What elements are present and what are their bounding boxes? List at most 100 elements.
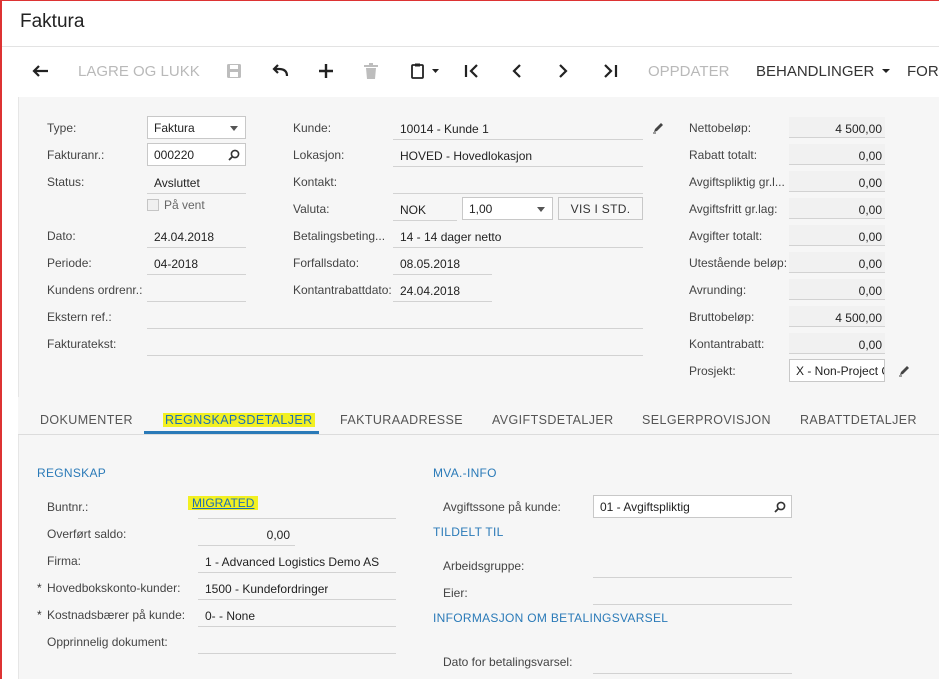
- total-value: 0,00: [858, 176, 882, 190]
- dunning-date-field[interactable]: [593, 673, 792, 674]
- actions-label: BEHANDLINGER: [756, 62, 875, 80]
- total-value: 0,00: [858, 230, 882, 244]
- ar-account-value[interactable]: 1500 - Kundefordringer: [205, 582, 328, 596]
- original-document-field[interactable]: [198, 653, 396, 654]
- tab-tax-details[interactable]: AVGIFTSDETALJER: [492, 413, 614, 427]
- project-field[interactable]: X - Non-Project C: [789, 359, 885, 382]
- total-value: 4 500,00: [835, 311, 882, 325]
- last-record-button[interactable]: [602, 59, 618, 83]
- assigned-section-title: TILDELT TIL: [433, 525, 504, 539]
- location-label: Lokasjon:: [293, 148, 345, 162]
- required-marker: *: [37, 608, 42, 622]
- edit-pencil-icon[interactable]: [652, 121, 665, 134]
- save-close-button[interactable]: LAGRE OG LUKK: [78, 59, 200, 83]
- last-icon: [604, 64, 618, 78]
- type-value: Faktura: [154, 120, 195, 135]
- total-label: Avgiftspliktig gr.l...: [689, 175, 785, 189]
- balance-underline: [198, 545, 295, 546]
- terms-value[interactable]: 14 - 14 dager netto: [400, 230, 501, 244]
- plus-icon: [319, 64, 333, 78]
- tab-documents[interactable]: DOKUMENTER: [40, 413, 133, 427]
- view-base-currency-button[interactable]: VIS I STD.: [558, 197, 643, 220]
- page-title: Faktura: [20, 11, 85, 32]
- window-frame: Faktura LAGRE OG LUKK OPPDATER BEHANDLIN…: [0, 0, 939, 679]
- tab-invoice-address[interactable]: FAKTURAADRESSE: [340, 413, 463, 427]
- currency-underline: [393, 220, 457, 221]
- batch-link[interactable]: MIGRATED: [188, 496, 259, 510]
- first-record-button[interactable]: [464, 59, 480, 83]
- due-date-value[interactable]: 08.05.2018: [400, 257, 460, 271]
- back-button[interactable]: [32, 59, 50, 83]
- company-label: Firma:: [47, 554, 81, 568]
- on-hold-checkbox[interactable]: [147, 199, 159, 211]
- owner-label: Eier:: [443, 586, 468, 600]
- invoice-text-field[interactable]: [147, 355, 643, 356]
- delete-button[interactable]: [364, 59, 378, 83]
- due-date-underline: [393, 274, 492, 275]
- workgroup-field[interactable]: [593, 577, 792, 578]
- accounting-section-title: REGNSKAP: [37, 466, 107, 480]
- project-label: Prosjekt:: [689, 364, 736, 378]
- invoice-number-value: 000220: [154, 147, 195, 162]
- next-record-button[interactable]: [556, 59, 570, 83]
- clipboard-icon: [411, 63, 439, 79]
- type-select[interactable]: Faktura: [147, 116, 246, 139]
- status-label: Status:: [47, 175, 85, 189]
- undo-button[interactable]: [272, 59, 290, 83]
- update-button[interactable]: OPPDATER: [648, 59, 729, 83]
- tab-salesperson-commission[interactable]: SELGERPROVISJON: [642, 413, 771, 427]
- total-label: Avrunding:: [689, 283, 747, 297]
- contact-field[interactable]: [393, 193, 643, 194]
- date-underline: [147, 247, 246, 248]
- location-underline: [393, 166, 643, 167]
- total-value: 0,00: [858, 203, 882, 217]
- tab-discount-details[interactable]: RABATTDETALJER: [800, 413, 917, 427]
- previous-record-button[interactable]: [510, 59, 524, 83]
- balance-label: Overført saldo:: [47, 527, 127, 541]
- edit-pencil-icon[interactable]: [898, 364, 911, 377]
- caret-down-icon: [537, 207, 545, 212]
- owner-field[interactable]: [593, 604, 792, 605]
- cash-discount-date-value[interactable]: 24.04.2018: [400, 284, 460, 298]
- total-value: 4 500,00: [835, 122, 882, 136]
- company-underline: [198, 572, 396, 573]
- customer-order-field[interactable]: [147, 301, 246, 302]
- cost-center-label: Kostnadsbærer på kunde:: [47, 608, 186, 622]
- date-label: Dato:: [47, 229, 76, 243]
- external-ref-field[interactable]: [147, 328, 643, 329]
- currency-rate-select[interactable]: 1,00: [462, 197, 553, 220]
- tax-zone-label: Avgiftssone på kunde:: [443, 500, 561, 514]
- due-date-label: Forfallsdato:: [293, 256, 360, 270]
- save-button[interactable]: [226, 59, 242, 83]
- tab-accounting-details[interactable]: REGNSKAPSDETALJER: [163, 413, 315, 427]
- invoice-number-field[interactable]: 000220: [147, 143, 246, 166]
- tax-zone-field[interactable]: 01 - Avgiftspliktig: [593, 495, 792, 518]
- total-label: Rabatt totalt:: [689, 148, 758, 162]
- actions-menu[interactable]: BEHANDLINGER: [756, 59, 892, 83]
- search-icon: [228, 149, 240, 161]
- undo-icon: [272, 64, 289, 77]
- copy-paste-menu[interactable]: [410, 59, 440, 83]
- customer-order-label: Kundens ordrenr.:: [47, 283, 143, 297]
- total-label: Nettobeløp:: [689, 121, 752, 135]
- currency-value[interactable]: NOK: [400, 203, 426, 217]
- add-button[interactable]: [318, 59, 334, 83]
- chevron-right-icon: [559, 64, 568, 78]
- company-value[interactable]: 1 - Advanced Logistics Demo AS: [205, 555, 379, 569]
- location-value[interactable]: HOVED - Hovedlokasjon: [400, 149, 532, 163]
- batch-value: MIGRATED: [188, 496, 259, 510]
- required-marker: *: [37, 581, 42, 595]
- cost-center-value[interactable]: 0- - None: [205, 609, 255, 623]
- status-underline: [147, 193, 246, 194]
- date-value[interactable]: 24.04.2018: [154, 230, 214, 244]
- invoice-text-label: Fakturatekst:: [47, 337, 117, 351]
- external-ref-label: Ekstern ref.:: [47, 310, 112, 324]
- more-menu[interactable]: FOR: [907, 59, 939, 83]
- customer-label: Kunde:: [293, 121, 332, 135]
- tab-accounting-details-label: REGNSKAPSDETALJER: [163, 413, 315, 427]
- workgroup-label: Arbeidsgruppe:: [443, 559, 525, 573]
- ar-account-underline: [198, 599, 396, 600]
- customer-value[interactable]: 10014 - Kunde 1: [400, 122, 489, 136]
- period-value[interactable]: 04-2018: [154, 257, 198, 271]
- active-tab-indicator: [144, 431, 319, 434]
